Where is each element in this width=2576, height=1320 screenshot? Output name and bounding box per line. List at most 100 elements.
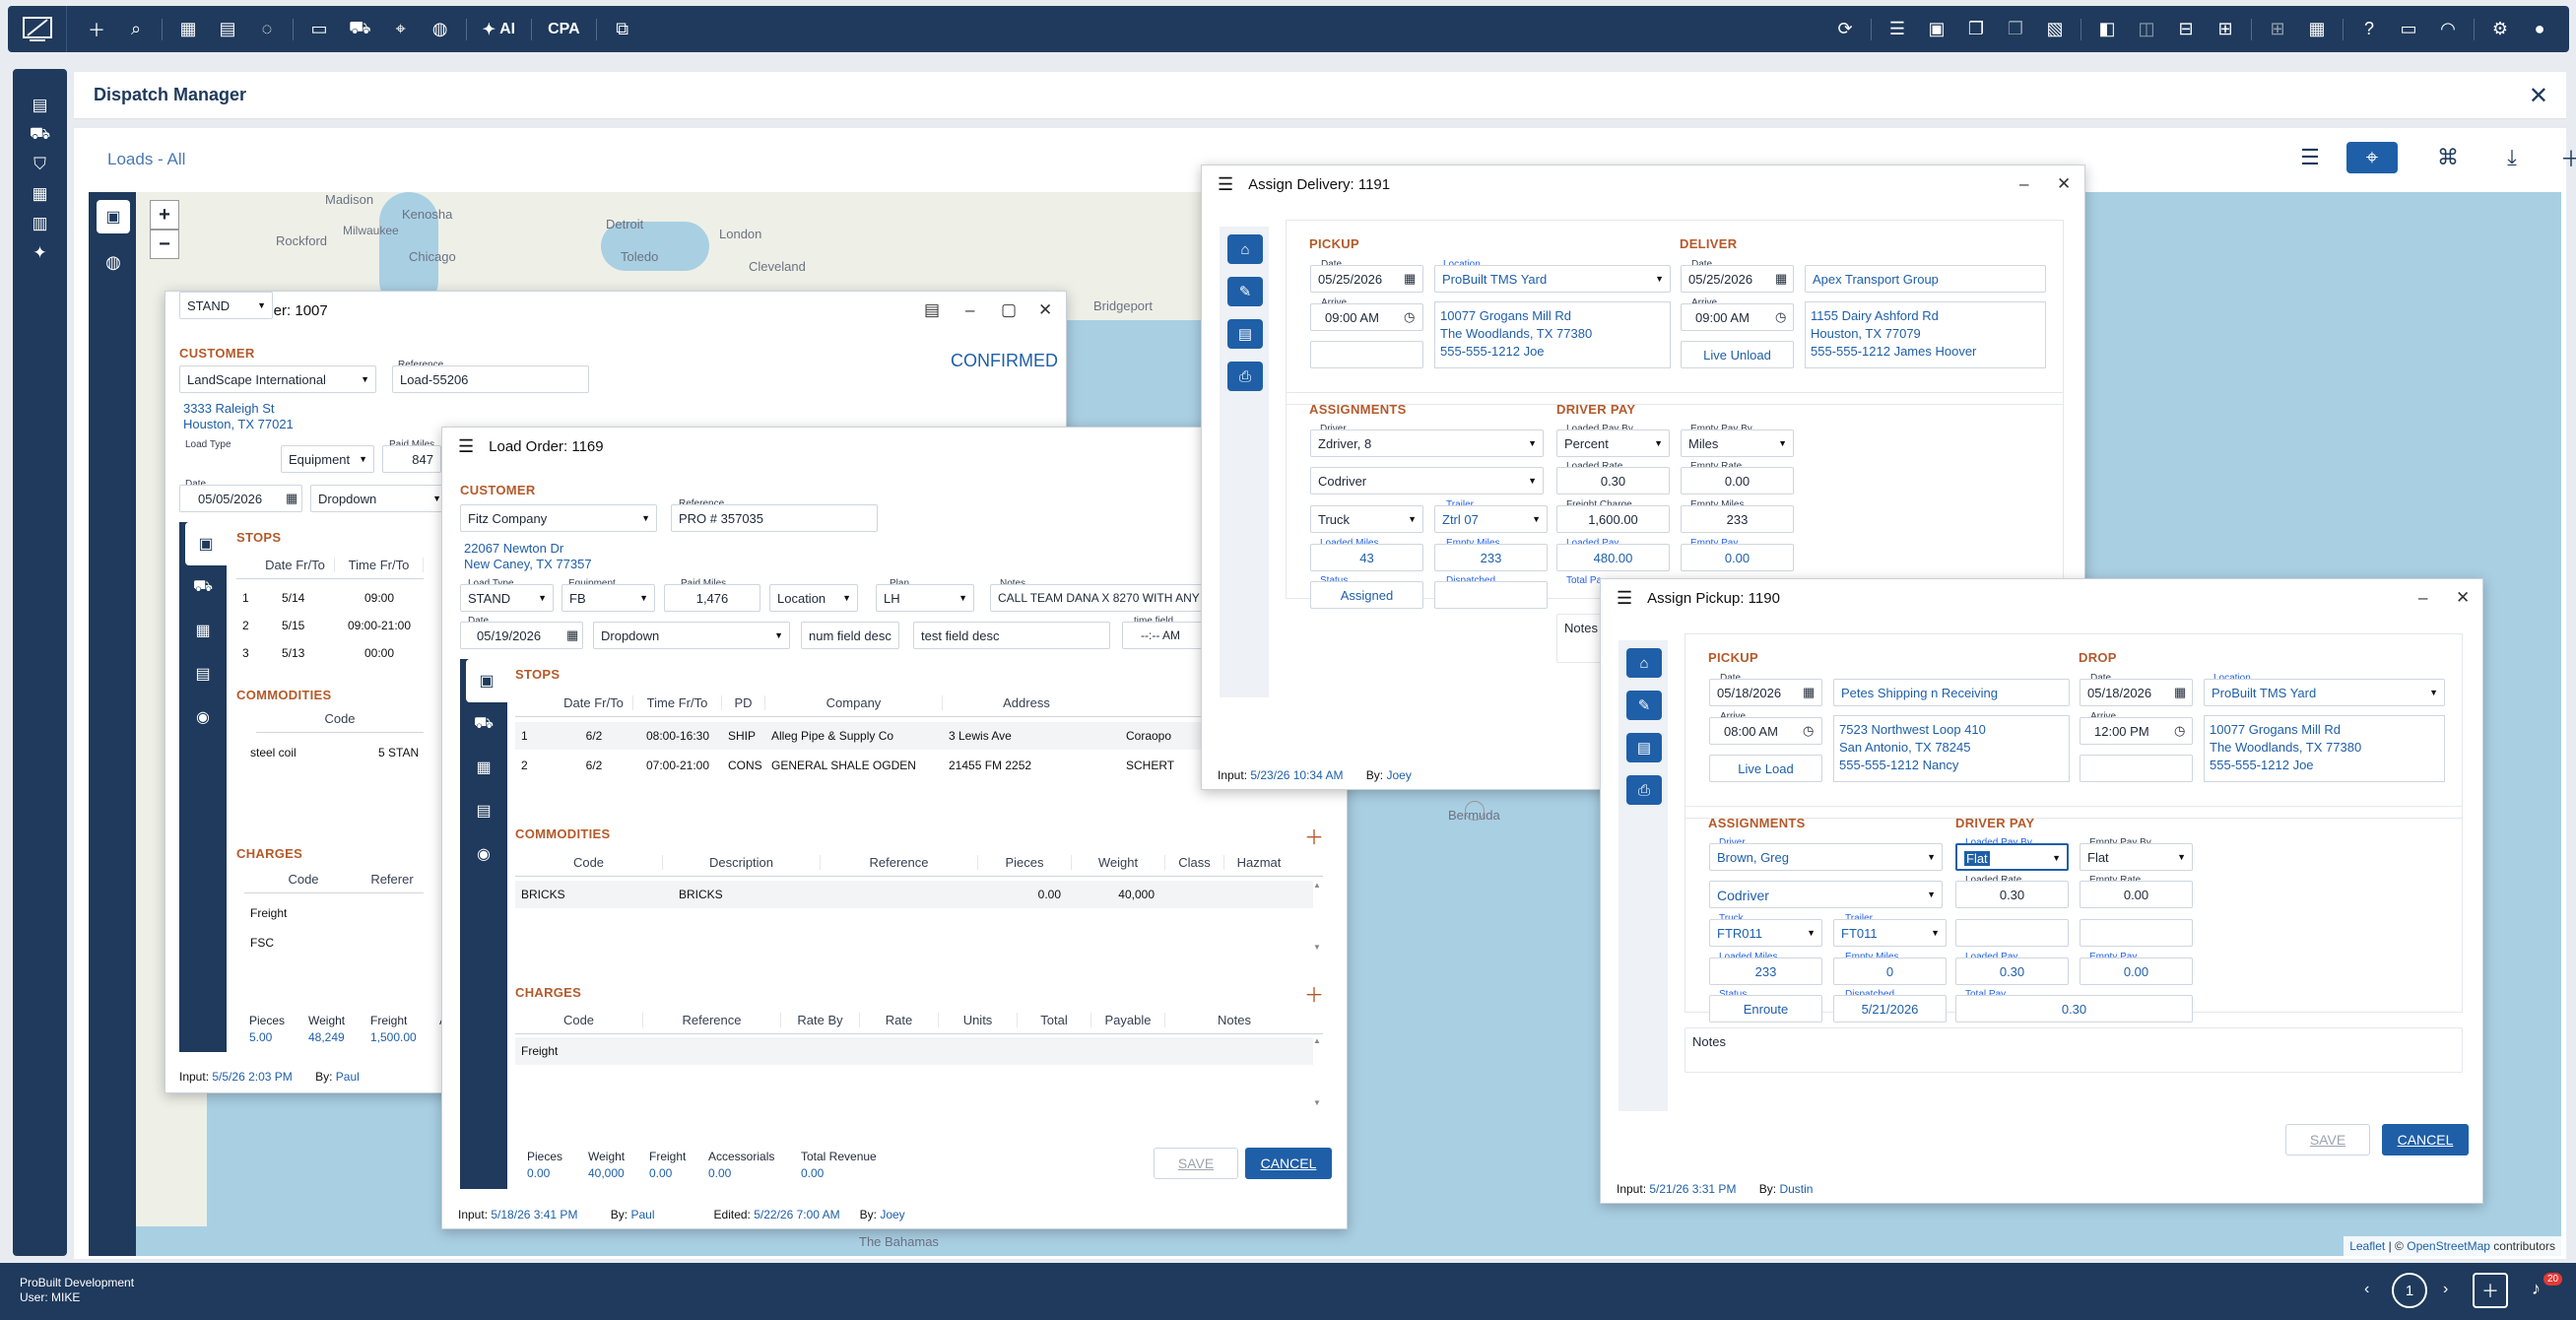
pickup-address-line1[interactable]: 7523 Northwest Loop 410 [1839, 721, 1986, 738]
osm-link[interactable]: OpenStreetMap [2407, 1239, 2490, 1253]
trailer-select[interactable]: Ztrl 07 [1434, 505, 1548, 533]
pickup-icon[interactable]: ⌂ [1626, 648, 1662, 678]
print-icon[interactable]: ⎙ [1626, 775, 1662, 805]
panel-icon[interactable]: ▣ [1927, 15, 1947, 44]
add-icon[interactable]: ＋ [2546, 142, 2576, 173]
stack-icon[interactable]: ❐ [2006, 15, 2025, 44]
document-tab-icon[interactable]: ▤ [179, 652, 227, 695]
folder-icon[interactable]: ▭ [309, 15, 329, 44]
dropdown-select[interactable]: Dropdown [593, 622, 790, 649]
deliver-address-line1[interactable]: 1155 Dairy Ashford Rd [1811, 307, 1939, 324]
document-tab-icon[interactable]: ▤ [460, 789, 507, 832]
driver-select[interactable]: Zdriver, 8 [1310, 429, 1544, 457]
test-field[interactable]: test field desc [913, 622, 1110, 649]
empty-pay-by-select[interactable]: Miles [1681, 429, 1794, 457]
date-field[interactable]: 05/19/2026 [460, 622, 583, 649]
layout-horizontal-icon[interactable]: ⊟ [2176, 15, 2196, 44]
table-row[interactable]: 2 5/15 09:00-21:00 [236, 612, 424, 639]
total-pay-field[interactable]: 0.30 [1955, 995, 2193, 1023]
copy-icon[interactable]: ❐ [1966, 15, 1986, 44]
live-load-button[interactable]: Live Load [1709, 755, 1822, 782]
pickup-address-line1[interactable]: 10077 Grogans Mill Rd [1440, 307, 1571, 324]
close-icon[interactable]: ✕ [2456, 588, 2470, 608]
code-icon[interactable]: ⧉ [613, 15, 632, 44]
truck-icon[interactable]: ⛟ [349, 15, 371, 44]
refresh-icon[interactable]: ⟳ [1835, 15, 1855, 44]
grid-icon[interactable]: ▦ [2307, 15, 2327, 44]
empty-rate-field[interactable]: 0.00 [1681, 467, 1794, 495]
load-type-select[interactable]: STAND [179, 292, 273, 319]
empty-miles-field[interactable]: 233 [1434, 544, 1548, 571]
stops-tab-icon[interactable]: ▣ [466, 659, 507, 702]
document-edit-icon[interactable]: ▤ [1227, 319, 1263, 349]
empty-miles-field[interactable]: 0 [1833, 957, 1947, 985]
equipment-select[interactable]: FB [561, 584, 655, 612]
download-icon[interactable]: ⤓ [2487, 142, 2537, 173]
archive-icon[interactable]: ▧ [2045, 15, 2065, 44]
settings-gear-icon[interactable]: ⚙ [2490, 15, 2510, 44]
bell-icon[interactable]: ♪ [2532, 1279, 2541, 1299]
scrollbar[interactable]: ▲ ▼ [1313, 881, 1323, 959]
pickup-address-line2[interactable]: The Woodlands, TX 77380 [1440, 325, 1592, 342]
menu-icon[interactable]: ☰ [458, 436, 474, 457]
drop-address-line3[interactable]: 555-555-1212 Joe [2210, 757, 2314, 773]
empty-pay-field[interactable]: 0.00 [2080, 957, 2193, 985]
truck-tab-icon[interactable]: ⛟ [460, 702, 507, 746]
layers-icon[interactable]: ☰ [1887, 15, 1907, 44]
truck-select[interactable]: FTR011 [1709, 919, 1822, 947]
layout-quad-icon[interactable]: ⊞ [2215, 15, 2235, 44]
status-field[interactable]: Assigned [1310, 581, 1423, 609]
stops-tab-icon[interactable]: ▣ [185, 522, 227, 565]
empty-pay-by-select[interactable]: Flat [2080, 843, 2193, 871]
empty-miles-2-field[interactable]: 233 [1681, 505, 1794, 533]
shield-check-icon[interactable]: ⛉ [13, 150, 67, 179]
add-commodity-icon[interactable]: ＋ [1304, 822, 1324, 850]
customer-select[interactable]: LandScape International [179, 365, 376, 393]
leaflet-link[interactable]: Leaflet [2349, 1239, 2385, 1253]
app-logo-icon[interactable] [8, 6, 67, 52]
prev-page-icon[interactable]: ‹ [2364, 1281, 2369, 1298]
pickup-name-field[interactable]: Petes Shipping n Receiving [1833, 679, 2070, 706]
pickup-extra-field[interactable] [1310, 341, 1423, 368]
load-type-select[interactable]: STAND [460, 584, 554, 612]
close-icon[interactable]: ✕ [1038, 300, 1052, 320]
codriver-select[interactable]: Codriver [1709, 881, 1943, 908]
add-icon[interactable]: ＋ [2473, 1273, 2508, 1308]
cpa-button[interactable]: CPA [548, 15, 580, 44]
drop-location-select[interactable]: ProBuilt TMS Yard [2204, 679, 2445, 706]
route-icon[interactable]: ⌘ [2423, 142, 2473, 173]
customer-address-line2[interactable]: New Caney, TX 77357 [464, 556, 592, 572]
cancel-button[interactable]: CANCEL [2382, 1124, 2469, 1155]
bus-icon[interactable]: ⛟ [13, 120, 67, 150]
print-icon[interactable]: ⎙ [1227, 362, 1263, 391]
zoom-in-button[interactable]: + [150, 200, 179, 230]
drop-extra-field[interactable] [2080, 755, 2193, 782]
minimize-icon[interactable]: – [965, 300, 974, 320]
minimize-icon[interactable]: – [2418, 588, 2427, 608]
layout-split-icon[interactable]: ◫ [2137, 15, 2156, 44]
customer-address-line2[interactable]: Houston, TX 77021 [183, 416, 294, 432]
plan-select[interactable]: LH [876, 584, 974, 612]
deliver-name-field[interactable]: Apex Transport Group [1805, 265, 2046, 293]
calendar-icon[interactable]: ▦ [2174, 685, 2186, 700]
grid-small-icon[interactable]: ⊞ [2268, 15, 2287, 44]
loaded-rate-field[interactable]: 0.30 [1556, 467, 1670, 495]
deliver-address-line2[interactable]: Houston, TX 77079 [1811, 325, 1921, 342]
table-row[interactable]: 1 5/14 09:00 [236, 584, 424, 612]
menu-icon[interactable]: ☰ [1218, 174, 1233, 195]
reference-field[interactable]: Load-55206 [392, 365, 589, 393]
ai-sparkle-icon[interactable]: ✦ [13, 238, 67, 268]
document-icon[interactable]: ▤ [218, 15, 237, 44]
layout-left-icon[interactable]: ◧ [2097, 15, 2117, 44]
table-row[interactable]: Freight [244, 899, 293, 927]
list-view-icon[interactable]: ☰ [2285, 142, 2335, 173]
table-row[interactable]: FSC [244, 929, 280, 957]
contacts-tab-icon[interactable]: ◉ [179, 695, 227, 739]
minimize-icon[interactable]: – [2019, 174, 2028, 194]
empty-rate-field[interactable]: 0.00 [2080, 881, 2193, 908]
customer-address-line1[interactable]: 3333 Raleigh St [183, 400, 275, 417]
pickup-location-select[interactable]: ProBuilt TMS Yard [1434, 265, 1671, 293]
dispatched-field[interactable] [1434, 581, 1548, 609]
calendar-tab-icon[interactable]: ▦ [179, 609, 227, 652]
table-row[interactable]: 3 5/13 00:00 [236, 639, 424, 667]
